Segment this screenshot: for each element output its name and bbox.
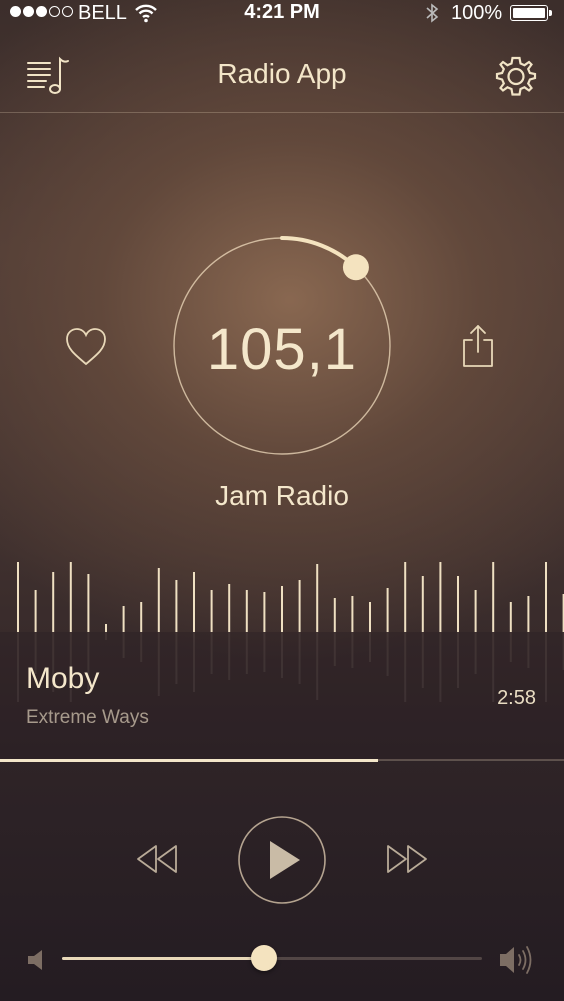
volume-high-icon[interactable]	[498, 943, 538, 977]
artist-name: Moby	[26, 662, 100, 695]
rewind-icon[interactable]	[134, 842, 180, 876]
battery-icon	[510, 5, 548, 21]
fast-forward-icon[interactable]	[384, 842, 430, 876]
track-duration: 2:58	[497, 687, 536, 709]
play-icon	[270, 841, 300, 879]
dial-knob[interactable]	[342, 254, 369, 281]
header-divider	[0, 112, 564, 113]
station-name: Jam Radio	[215, 480, 349, 511]
battery-percentage: 100%	[451, 2, 503, 24]
volume-low-icon[interactable]	[26, 948, 48, 972]
status-bar: BELL 4:21 PM 100%	[0, 0, 564, 26]
now-playing-panel	[0, 632, 564, 760]
progress-fill	[0, 759, 378, 762]
battery-cap	[549, 10, 552, 16]
heart-icon[interactable]	[64, 326, 108, 368]
track-title: Extreme Ways	[26, 707, 149, 728]
frequency-display: 105,1	[206, 317, 358, 382]
volume-knob[interactable]	[250, 945, 277, 971]
volume-fill	[62, 957, 264, 960]
gear-icon[interactable]	[494, 55, 538, 99]
bluetooth-icon	[426, 3, 439, 23]
share-icon[interactable]	[460, 322, 496, 370]
app-title: Radio App	[217, 58, 347, 89]
play-button[interactable]	[237, 815, 327, 905]
